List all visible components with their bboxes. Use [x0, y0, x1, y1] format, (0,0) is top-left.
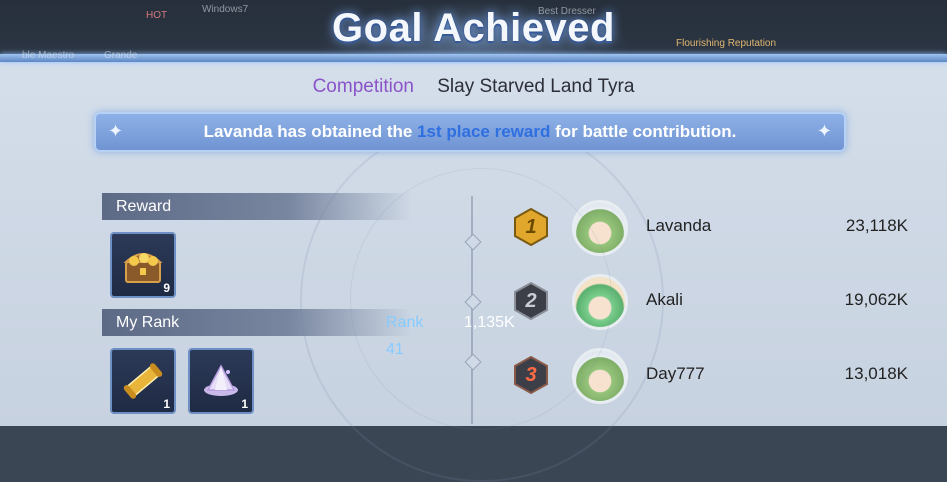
rank-badge: 2	[512, 281, 550, 321]
background-label: Flourishing Reputation	[676, 38, 777, 49]
player-name: Lavanda	[646, 216, 712, 235]
player-avatar	[572, 348, 628, 404]
rank-reward-item-crystal[interactable]: 1	[188, 348, 254, 414]
banner-highlight: 1st place reward	[417, 122, 551, 141]
divider-ornament	[464, 353, 482, 371]
player-name: Akali	[646, 290, 683, 309]
rank-badge: 1	[512, 207, 550, 247]
banner-prefix: Lavanda has obtained the	[203, 122, 418, 141]
background-label: ble Maestro	[22, 50, 75, 61]
rank-reward-scroll-count: 1	[163, 397, 170, 411]
background-label: Grande	[104, 50, 138, 61]
purple-crystal-powder-icon	[204, 364, 238, 396]
sparkle-icon: ✦	[816, 121, 832, 141]
background-label: Windows7	[202, 4, 249, 15]
reward-section-label: Reward	[116, 198, 172, 215]
treasure-chest-icon	[123, 253, 163, 283]
title-frame-line	[0, 54, 947, 62]
reward-item-count: 9	[163, 281, 170, 295]
golden-scroll-icon	[123, 363, 163, 399]
rank-badge-shape	[514, 281, 548, 321]
competition-label: Competition	[312, 76, 414, 97]
leaderboard-row[interactable]: 2 Akali 19,062K	[508, 274, 908, 334]
divider-ornament	[464, 233, 482, 251]
competition-row: Competition Slay Starved Land Tyra	[0, 76, 947, 98]
divider-ornament	[464, 293, 482, 311]
page-title: Goal Achieved	[332, 6, 615, 50]
rank-number: 3	[525, 364, 537, 386]
achievement-banner: ✦ Lavanda has obtained the 1st place rew…	[94, 112, 846, 152]
player-score: 19,062K	[844, 290, 908, 309]
player-name: Day777	[646, 364, 705, 383]
reward-item[interactable]: 9	[110, 232, 176, 298]
banner-message: Lavanda has obtained the 1st place rewar…	[94, 122, 846, 142]
my-rank-score: 1,135K	[464, 314, 515, 331]
banner-suffix: for battle contribution.	[550, 122, 737, 141]
rank-badge-shape	[514, 355, 548, 395]
section-divider	[471, 196, 473, 424]
rank-number: 2	[525, 290, 537, 312]
rank-reward-item-scroll[interactable]: 1	[110, 348, 176, 414]
competition-name: Slay Starved Land Tyra	[437, 76, 635, 97]
player-score: 13,018K	[844, 364, 908, 383]
rank-number: 1	[525, 216, 537, 238]
rank-badge-shape	[514, 207, 548, 247]
reward-section-header: Reward	[102, 193, 412, 220]
my-rank-label: My Rank	[116, 314, 180, 331]
result-panel: Competition Slay Starved Land Tyra ✦ Lav…	[0, 58, 947, 482]
player-score: 23,118K	[845, 216, 908, 235]
leaderboard-row[interactable]: 3 Day777 13,018K	[508, 348, 908, 408]
my-rank-value: Rank 41	[386, 314, 424, 358]
rank-badge: 3	[512, 355, 550, 395]
player-avatar	[572, 274, 628, 330]
rank-reward-crystal-count: 1	[241, 397, 248, 411]
player-avatar	[572, 200, 628, 256]
my-rank-section-header: My Rank Rank 41 1,135K	[102, 309, 515, 358]
leaderboard-row[interactable]: 1 Lavanda 23,118K	[508, 200, 908, 260]
background-label: HOT	[146, 10, 168, 21]
background-label: Best Dresser	[538, 6, 596, 17]
